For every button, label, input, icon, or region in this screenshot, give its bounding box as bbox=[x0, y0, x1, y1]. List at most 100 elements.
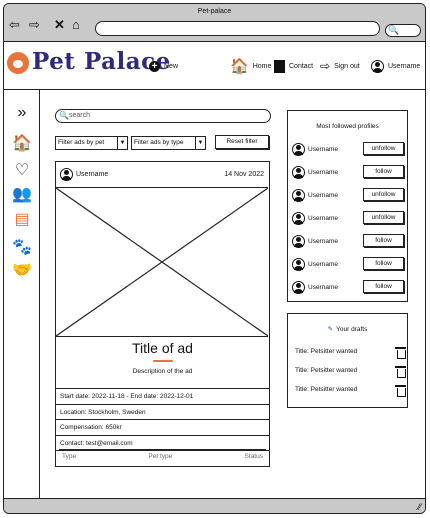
new-ad-button[interactable]: + New bbox=[149, 58, 178, 74]
status-bar: ⁄⁄ bbox=[4, 498, 425, 513]
profile-username[interactable]: Username bbox=[308, 215, 338, 222]
user-avatar-icon bbox=[292, 188, 305, 202]
follow-button[interactable]: follow bbox=[363, 234, 404, 247]
draft-title: Title: Petsitter wanted bbox=[295, 386, 358, 393]
search-placeholder: search bbox=[69, 112, 91, 119]
draft-item[interactable]: Title: Petsitter wanted bbox=[295, 364, 406, 378]
ad-description: Description of the ad bbox=[132, 368, 193, 375]
ad-pet-type-tag: Pet type bbox=[148, 453, 173, 460]
trash-icon[interactable] bbox=[395, 347, 406, 359]
ad-card[interactable]: Username 14 Nov 2022 Title of ad Descrip… bbox=[55, 161, 270, 467]
contact-label: Contact bbox=[289, 62, 314, 70]
home-label: Home bbox=[252, 62, 272, 70]
ad-title: Title of ad bbox=[132, 340, 193, 356]
ad-status-tag: Status bbox=[244, 453, 263, 460]
window-title: Pet-palace bbox=[197, 8, 232, 15]
ad-author[interactable]: Username bbox=[60, 168, 108, 181]
ad-compensation: Compensation: 650kr bbox=[56, 420, 269, 436]
drafts-title: ✎ Your drafts bbox=[288, 325, 407, 333]
new-label: New bbox=[164, 62, 179, 70]
profile-row: Username follow bbox=[292, 165, 404, 179]
profile-username[interactable]: Username bbox=[308, 146, 338, 153]
user-avatar-icon bbox=[371, 59, 384, 73]
follow-button[interactable]: follow bbox=[363, 257, 404, 270]
ad-footer: Type Pet type Status bbox=[59, 449, 266, 463]
filter-by-pet-select[interactable]: Filter ads by pet ▼ bbox=[55, 136, 128, 150]
sign-out-link[interactable]: ⇨ Sign out bbox=[320, 58, 360, 74]
chevron-down-icon: ▼ bbox=[195, 137, 205, 149]
follow-button[interactable]: follow bbox=[363, 165, 404, 178]
filter-by-type-select[interactable]: Filter ads by type ▼ bbox=[131, 136, 206, 150]
profile-row: Username follow bbox=[292, 234, 404, 248]
profile-username[interactable]: Username bbox=[308, 261, 338, 268]
nav-home-link[interactable]: 🏠 Home bbox=[230, 58, 271, 74]
filter-by-type-label: Filter ads by type bbox=[134, 139, 184, 146]
home-icon[interactable]: 🏠 bbox=[4, 135, 40, 153]
title-underline bbox=[153, 360, 173, 362]
profile-row: Username unfollow bbox=[292, 142, 404, 156]
profile-row: Username unfollow bbox=[292, 211, 404, 225]
ad-details: Start date: 2022-11-18 - End date: 2022-… bbox=[56, 388, 269, 451]
most-followed-title: Most followed profiles bbox=[316, 123, 379, 130]
browser-search-field[interactable]: 🔍 bbox=[385, 24, 421, 37]
sign-out-icon: ⇨ bbox=[320, 59, 331, 73]
search-input[interactable]: 🔍 search bbox=[55, 109, 271, 123]
most-followed-panel: Most followed profiles Username unfollow… bbox=[287, 110, 408, 302]
profile-row: Username follow bbox=[292, 280, 404, 294]
user-avatar-icon bbox=[292, 211, 305, 225]
profile-username[interactable]: Username bbox=[308, 238, 338, 245]
signout-label: Sign out bbox=[334, 62, 360, 70]
trash-icon[interactable] bbox=[395, 366, 406, 378]
expand-icon[interactable]: » bbox=[4, 104, 40, 122]
user-avatar-icon bbox=[60, 168, 73, 181]
id-card-icon[interactable]: ▤ bbox=[4, 211, 40, 229]
search-icon: 🔍 bbox=[388, 25, 400, 35]
user-profile-link[interactable]: Username bbox=[371, 58, 420, 74]
close-icon[interactable]: ✕ bbox=[54, 18, 65, 31]
back-arrow-icon[interactable]: ⇦ bbox=[9, 18, 20, 31]
ad-date: 14 Nov 2022 bbox=[224, 171, 264, 178]
ad-image-placeholder bbox=[56, 187, 268, 337]
ad-username: Username bbox=[76, 171, 109, 178]
image-placeholder-icon bbox=[56, 188, 268, 336]
profile-username[interactable]: Username bbox=[308, 169, 338, 176]
draft-title: Title: Petsitter wanted bbox=[295, 367, 358, 374]
forward-arrow-icon[interactable]: ⇨ bbox=[29, 18, 40, 31]
paw-icon[interactable]: 🐾 bbox=[4, 239, 40, 257]
follow-button[interactable]: follow bbox=[363, 280, 404, 293]
draft-item[interactable]: Title: Petsitter wanted bbox=[295, 383, 406, 397]
unfollow-button[interactable]: unfollow bbox=[363, 188, 404, 201]
username-label: Username bbox=[388, 62, 421, 70]
user-avatar-icon bbox=[292, 165, 305, 179]
browser-titlebar: Pet-palace ⇦ ⇨ ✕ ⌂ 🔍 bbox=[4, 4, 425, 42]
profile-username[interactable]: Username bbox=[308, 192, 338, 199]
search-icon: 🔍 bbox=[59, 111, 69, 120]
nav-contact-link[interactable]: Contact bbox=[274, 58, 313, 74]
trash-icon[interactable] bbox=[395, 385, 406, 397]
home-icon[interactable]: ⌂ bbox=[72, 18, 80, 31]
user-avatar-icon bbox=[292, 142, 305, 156]
user-avatar-icon bbox=[292, 234, 305, 248]
draft-item[interactable]: Title: Petsitter wanted bbox=[295, 345, 406, 359]
heart-icon[interactable]: ♡ bbox=[4, 162, 40, 180]
unfollow-button[interactable]: unfollow bbox=[363, 211, 404, 224]
user-avatar-icon bbox=[292, 280, 305, 294]
resize-handle-icon[interactable]: ⁄⁄ bbox=[418, 502, 421, 512]
contact-icon bbox=[274, 59, 285, 73]
paw-logo-icon bbox=[7, 52, 29, 74]
url-bar[interactable] bbox=[95, 21, 380, 36]
group-icon[interactable]: 👥 bbox=[4, 186, 40, 204]
filter-by-pet-label: Filter ads by pet bbox=[58, 139, 105, 146]
app-header: Pet Palace + New 🏠 Home Contact ⇨ Sign o… bbox=[4, 42, 425, 90]
pencil-icon: ✎ bbox=[327, 326, 334, 333]
drafts-panel: ✎ Your drafts Title: Petsitter wanted Tit… bbox=[287, 313, 408, 408]
plus-icon: + bbox=[149, 60, 160, 72]
chevron-down-icon: ▼ bbox=[117, 137, 127, 149]
sidebar: » 🏠 ♡ 👥 ▤ 🐾 🤝 bbox=[4, 90, 40, 498]
unfollow-button[interactable]: unfollow bbox=[363, 142, 404, 155]
reset-filter-button[interactable]: Reset filter bbox=[215, 135, 269, 149]
home-icon: 🏠 bbox=[230, 57, 249, 75]
handshake-icon[interactable]: 🤝 bbox=[4, 262, 40, 280]
profile-username[interactable]: Username bbox=[308, 284, 338, 291]
draft-title: Title: Petsitter wanted bbox=[295, 348, 358, 355]
